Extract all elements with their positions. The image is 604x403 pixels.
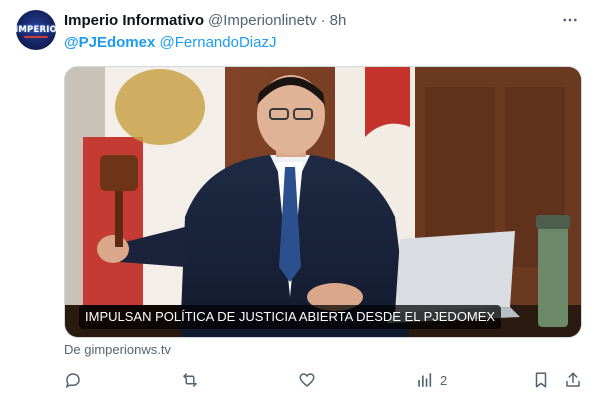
- tweet-header: Imperio Informativo @Imperionlinetv · 8h: [64, 10, 346, 30]
- mention-link[interactable]: @PJEdomex: [64, 34, 155, 51]
- tweet-actions: 2: [64, 368, 584, 392]
- like-button[interactable]: [298, 368, 316, 392]
- tweet-text: @PJEdomex @FernandoDiazJ: [64, 34, 276, 51]
- tweet-time[interactable]: 8h: [330, 12, 347, 29]
- card-photo: [65, 67, 581, 337]
- reply-icon: [65, 373, 80, 389]
- share-button[interactable]: [564, 368, 582, 392]
- mention-link[interactable]: @FernandoDiazJ: [160, 34, 277, 51]
- views-count: 2: [440, 372, 448, 388]
- bookmark-icon: [535, 372, 547, 388]
- link-card[interactable]: IMPULSAN POLÍTICA DE JUSTICIA ABIERTA DE…: [64, 66, 582, 338]
- retweet-button[interactable]: [181, 368, 199, 392]
- avatar-logo-text: IMPERIO: [16, 25, 56, 35]
- views-button[interactable]: 2: [416, 368, 447, 392]
- avatar[interactable]: IMPERIO: [16, 10, 56, 50]
- separator-dot: ·: [320, 11, 326, 29]
- views-icon: [418, 373, 432, 387]
- share-icon: [566, 372, 580, 387]
- card-source[interactable]: De gimperionws.tv: [64, 342, 171, 357]
- bookmark-button[interactable]: [532, 368, 550, 392]
- avatar-stripe: [24, 36, 48, 38]
- card-caption: IMPULSAN POLÍTICA DE JUSTICIA ABIERTA DE…: [79, 305, 502, 329]
- more-horizontal-icon[interactable]: [558, 10, 582, 30]
- author-name[interactable]: Imperio Informativo: [64, 12, 204, 29]
- like-icon: [299, 373, 315, 387]
- author-handle[interactable]: @Imperionlinetv: [208, 12, 317, 29]
- retweet-icon: [183, 373, 197, 387]
- reply-button[interactable]: [64, 368, 82, 392]
